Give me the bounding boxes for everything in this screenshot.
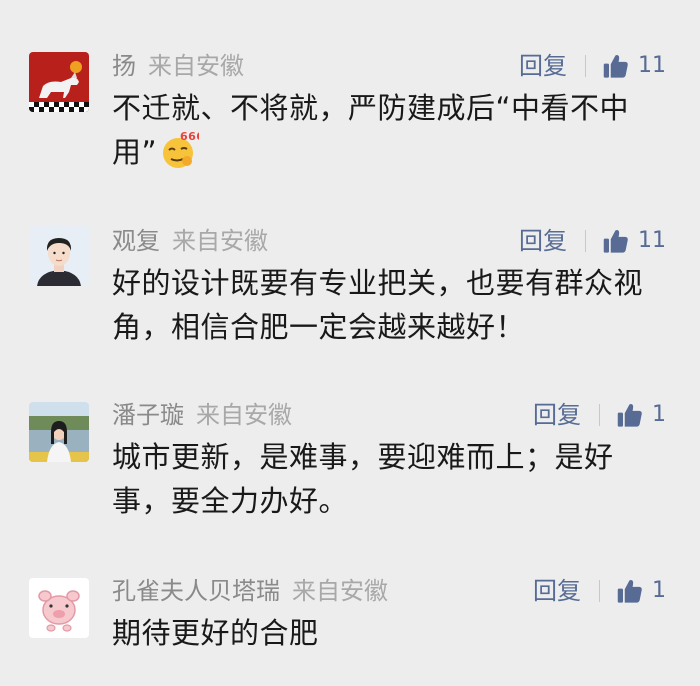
like-button[interactable]: 1: [616, 574, 666, 608]
avatar[interactable]: [29, 578, 89, 638]
commenter-location: 来自安徽: [196, 401, 292, 429]
commenter-location: 来自安徽: [172, 227, 268, 255]
comment-actions: 回复 1: [533, 574, 666, 608]
comment-text: 不迁就、不将就，严防建成后“中看不中用” 666: [112, 86, 672, 174]
comment-meta: 扬来自安徽: [112, 49, 244, 83]
thumbs-up-icon: [603, 54, 628, 78]
divider: [599, 580, 600, 602]
commenter-name[interactable]: 扬: [112, 52, 136, 80]
thumbs-up-icon: [617, 403, 642, 427]
like-count: 1: [652, 402, 666, 427]
comment-text: 城市更新，是难事，要迎难而上；是好事，要全力办好。: [112, 440, 614, 518]
avatar[interactable]: [29, 52, 89, 112]
commenter-location: 来自安徽: [148, 52, 244, 80]
pink-pig-avatar-icon: [29, 578, 89, 638]
comment-meta: 孔雀夫人贝塔瑞 来自安徽: [112, 574, 388, 608]
comment-meta: 潘子璇 来自安徽: [112, 398, 292, 432]
emoji-666-text: 666: [180, 130, 199, 143]
commenter-location: 来自安徽: [292, 577, 388, 605]
thumbs-up-icon: [603, 229, 628, 253]
comment-actions: 回复 11: [519, 224, 666, 258]
commenter-name[interactable]: 潘子璇: [112, 401, 184, 429]
comment-meta: 观复 来自安徽: [112, 224, 268, 258]
comment-text: 好的设计既要有专业把关，也要有群众视角，相信合肥一定会越来越好！: [112, 266, 644, 344]
reply-button[interactable]: 回复: [519, 224, 567, 258]
like-button[interactable]: 11: [602, 224, 666, 258]
avatar[interactable]: [29, 402, 89, 462]
cartoon-man-avatar-icon: [29, 226, 89, 286]
comment-actions: 回复 1: [533, 398, 666, 432]
commenter-name[interactable]: 孔雀夫人贝塔瑞: [112, 577, 280, 605]
comment-actions: 回复 11: [519, 49, 666, 83]
like-button[interactable]: 11: [602, 49, 666, 83]
commenter-name[interactable]: 观复: [112, 227, 160, 255]
divider: [585, 230, 586, 252]
like-count: 11: [638, 228, 666, 253]
reply-button[interactable]: 回复: [533, 398, 581, 432]
thumbs-up-icon: [617, 579, 642, 603]
comment-text: 期待更好的合肥: [112, 616, 319, 650]
thinking-face-666-emoji-icon: 666: [159, 130, 204, 170]
like-count: 11: [638, 53, 666, 78]
divider: [599, 404, 600, 426]
horse-avatar-icon: [29, 52, 89, 112]
like-button[interactable]: 1: [616, 398, 666, 432]
reply-button[interactable]: 回复: [519, 49, 567, 83]
divider: [585, 55, 586, 77]
girl-by-lake-avatar-icon: [29, 402, 89, 462]
reply-button[interactable]: 回复: [533, 574, 581, 608]
like-count: 1: [652, 578, 666, 603]
avatar[interactable]: [29, 226, 89, 286]
